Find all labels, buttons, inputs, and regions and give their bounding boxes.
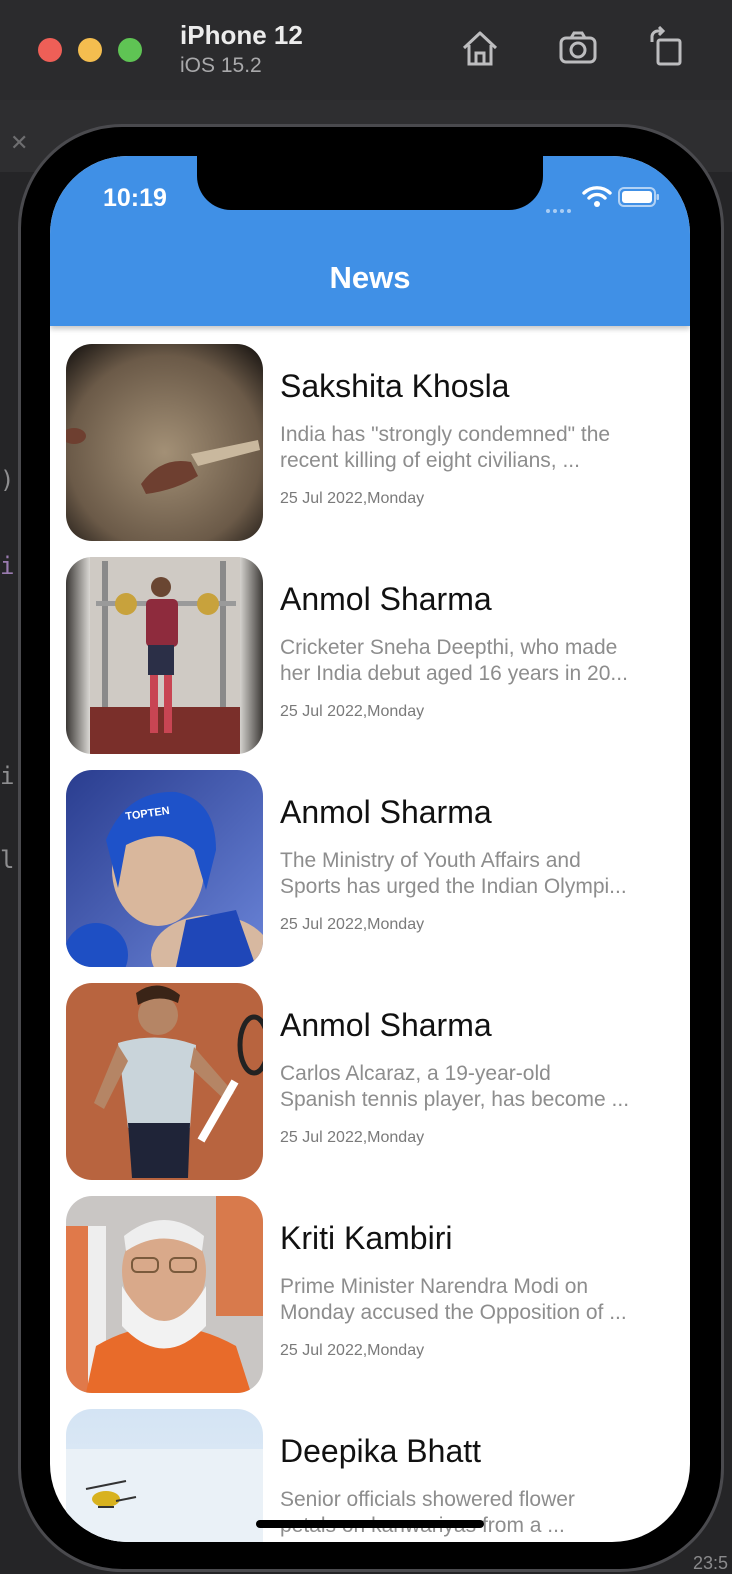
editor-glyph: i: [0, 762, 15, 790]
news-date: 25 Jul 2022,Monday: [280, 916, 425, 933]
news-description-line: her India debut aged 16 years in 20...: [280, 662, 628, 685]
news-description: Prime Minister Narendra Modi on Monday a…: [280, 1274, 658, 1326]
wifi-icon: [582, 184, 612, 208]
news-thumbnail: [66, 557, 263, 754]
news-item[interactable]: Sakshita Khosla India has "strongly cond…: [50, 326, 690, 541]
news-description: Cricketer Sneha Deepthi, who made her In…: [280, 635, 658, 687]
news-author: Sakshita Khosla: [280, 368, 510, 404]
news-description-line: Cricketer Sneha Deepthi, who made: [280, 636, 618, 659]
news-date: 25 Jul 2022,Monday: [280, 490, 425, 507]
device-name: iPhone 12: [180, 20, 303, 50]
news-description-line: recent killing of eight civilians, ...: [280, 449, 580, 472]
news-description: Senior officials showered flower petals …: [280, 1487, 658, 1539]
news-thumbnail: TOPTEN: [66, 770, 263, 967]
simulator-toolbar: iPhone 12 iOS 15.2: [0, 0, 732, 101]
home-indicator[interactable]: [256, 1520, 484, 1528]
zoom-window-button[interactable]: [118, 38, 142, 62]
news-date: 25 Jul 2022,Monday: [280, 1129, 425, 1146]
news-item[interactable]: TOPTEN Anmol Sharma The Ministry of Yout…: [50, 752, 690, 967]
status-time: 10:19: [103, 184, 167, 212]
news-item[interactable]: Anmol Sharma Carlos Alcaraz, a 19-year-o…: [50, 965, 690, 1180]
news-author: Deepika Bhatt: [280, 1433, 482, 1469]
news-description-line: Senior officials showered flower: [280, 1488, 575, 1511]
news-description-line: Monday accused the Opposition of ...: [280, 1301, 627, 1324]
news-description: India has "strongly condemned" the recen…: [280, 422, 658, 474]
os-version: iOS 15.2: [180, 54, 262, 77]
home-icon[interactable]: [458, 26, 502, 70]
news-description-line: India has "strongly condemned" the: [280, 423, 611, 446]
editor-glyph: i: [0, 552, 15, 580]
news-description-line: Prime Minister Narendra Modi on: [280, 1275, 589, 1298]
rotate-icon[interactable]: [646, 25, 690, 70]
editor-glyph: ): [0, 466, 15, 494]
editor-glyph: l: [0, 846, 15, 874]
news-description: The Ministry of Youth Affairs and Sports…: [280, 848, 658, 900]
news-thumbnail: [66, 983, 263, 1180]
news-item[interactable]: Anmol Sharma Cricketer Sneha Deepthi, wh…: [50, 539, 690, 754]
phone-screen: 10:19 News Sakshita Khosla India has "st…: [50, 156, 690, 1542]
news-description: Carlos Alcaraz, a 19-year-old Spanish te…: [280, 1061, 658, 1113]
news-author: Kriti Kambiri: [280, 1220, 453, 1256]
news-description-line: Spanish tennis player, has become ...: [280, 1088, 630, 1111]
news-description-line: The Ministry of Youth Affairs and: [280, 849, 581, 872]
news-author: Anmol Sharma: [280, 794, 492, 830]
news-thumbnail: [66, 344, 263, 541]
minimize-window-button[interactable]: [78, 38, 102, 62]
news-description-line: Carlos Alcaraz, a 19-year-old: [280, 1062, 551, 1085]
close-tab-icon[interactable]: ✕: [10, 130, 28, 156]
editor-clock: 23:5: [692, 1553, 728, 1573]
app-title: News: [329, 260, 411, 295]
news-thumbnail: [66, 1409, 263, 1542]
news-item[interactable]: Kriti Kambiri Prime Minister Narendra Mo…: [50, 1178, 690, 1393]
news-date: 25 Jul 2022,Monday: [280, 703, 425, 720]
news-author: Anmol Sharma: [280, 581, 492, 617]
news-description-line: Sports has urged the Indian Olympi...: [280, 875, 627, 898]
news-author: Anmol Sharma: [280, 1007, 492, 1043]
notch: [197, 156, 543, 210]
close-window-button[interactable]: [38, 38, 62, 62]
news-date: 25 Jul 2022,Monday: [280, 1342, 425, 1359]
battery-icon: [618, 187, 660, 207]
cellular-signal-icon: [546, 200, 576, 213]
screenshot-icon[interactable]: [556, 26, 600, 70]
news-thumbnail: [66, 1196, 263, 1393]
